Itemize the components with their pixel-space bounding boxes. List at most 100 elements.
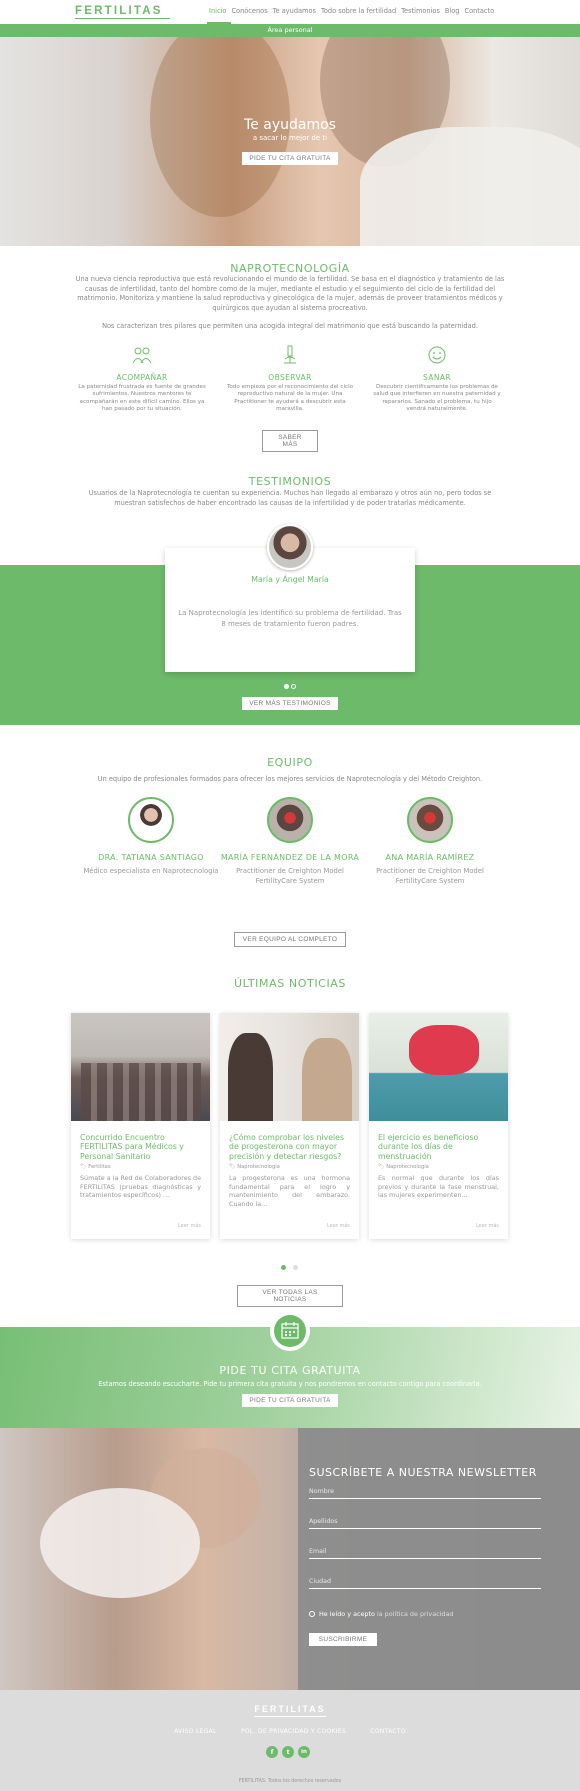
privacy-radio[interactable] bbox=[309, 1611, 315, 1617]
member-role: Practitioner de Creighton Model Fertilit… bbox=[376, 867, 484, 885]
news-read-more[interactable]: Leer más bbox=[327, 1223, 350, 1229]
email-field[interactable]: Email bbox=[309, 1548, 541, 1559]
area-personal-bar[interactable]: Área personal bbox=[0, 24, 580, 37]
news-card[interactable]: El ejercicio es beneficioso durante los … bbox=[369, 1013, 508, 1239]
contacto-link[interactable]: CONTACTO bbox=[370, 1728, 406, 1735]
site-header: FERTILITAS Inicio Conócenos Te ayudamos … bbox=[0, 0, 580, 24]
saber-mas-button[interactable]: SABER MÁS bbox=[262, 430, 318, 452]
news-image-person2 bbox=[302, 1038, 352, 1121]
area-personal-link[interactable]: Área personal bbox=[0, 26, 580, 34]
cita-text: Estamos deseando escucharte. Pide tu pri… bbox=[98, 1380, 482, 1388]
nav-todo-fertilidad[interactable]: Todo sobre la fertilidad bbox=[321, 7, 396, 15]
member-photo bbox=[267, 797, 313, 843]
team-member[interactable]: MARÍA FERNÁNDEZ DE LA MORA Practitioner … bbox=[220, 797, 360, 886]
calendar-icon bbox=[274, 1315, 306, 1347]
main-nav: Inicio Conócenos Te ayudamos Todo sobre … bbox=[209, 7, 494, 15]
hero-photo-shirt bbox=[360, 127, 580, 246]
privacidad-link[interactable]: POL. DE PRIVACIDAD Y COOKIES bbox=[241, 1728, 346, 1735]
pillar-observar: OBSERVAR Todo empieza por el reconocimie… bbox=[225, 345, 355, 414]
member-name: MARÍA FERNÁNDEZ DE LA MORA bbox=[220, 853, 360, 862]
subscribe-button[interactable]: SUSCRIBIRME bbox=[309, 1633, 377, 1646]
nav-blog[interactable]: Blog bbox=[445, 7, 460, 15]
cita-button[interactable]: PIDE TU CITA GRATUITA bbox=[242, 1394, 338, 1407]
news-image-person bbox=[409, 1025, 479, 1075]
news-card-title[interactable]: El ejercicio es beneficioso durante los … bbox=[378, 1133, 499, 1161]
facebook-icon[interactable]: f bbox=[266, 1746, 278, 1758]
news-card[interactable]: Concurrido Encuentro FERTILITAS para Méd… bbox=[71, 1013, 210, 1239]
photo-baby bbox=[40, 1488, 200, 1598]
nav-inicio[interactable]: Inicio bbox=[209, 7, 226, 15]
logo-underline bbox=[75, 18, 170, 19]
team-intro: Un equipo de profesionales formados para… bbox=[97, 775, 483, 783]
news-title: ÚLTIMAS NOTICIAS bbox=[233, 977, 346, 990]
news-image[interactable] bbox=[220, 1013, 359, 1121]
ciudad-field[interactable]: Ciudad bbox=[309, 1578, 541, 1589]
news-image-person1 bbox=[228, 1033, 273, 1121]
footer-logo[interactable]: FERTILITAS bbox=[0, 1704, 580, 1714]
ver-equipo-button[interactable]: VER EQUIPO AL COMPLETO bbox=[234, 932, 346, 947]
team-member[interactable]: DRA. TATIANA SANTIAGO Médico especialist… bbox=[81, 797, 221, 876]
news-tag-label[interactable]: Naprotecnología bbox=[237, 1164, 280, 1170]
member-name: DRA. TATIANA SANTIAGO bbox=[98, 853, 204, 862]
hero-title: Te ayudamos bbox=[244, 117, 336, 133]
news-carousel-dot[interactable] bbox=[293, 1265, 298, 1270]
news-tag-label[interactable]: Fertilitas bbox=[88, 1164, 110, 1170]
news-carousel-dot-active[interactable] bbox=[281, 1265, 286, 1270]
pillar-text: Descubrir científicamente los problemas … bbox=[373, 384, 501, 413]
ver-mas-testimonios-button[interactable]: VER MÁS TESTIMONIOS bbox=[242, 697, 338, 710]
napro-intro: Una nueva ciencia reproductiva que está … bbox=[75, 275, 505, 312]
news-image[interactable] bbox=[369, 1013, 508, 1121]
cita-title: PIDE TU CITA GRATUITA bbox=[219, 1364, 361, 1377]
news-card-title[interactable]: Concurrido Encuentro FERTILITAS para Méd… bbox=[80, 1133, 201, 1161]
newsletter-section: SUSCRÍBETE A NUESTRA NEWSLETTER Nombre A… bbox=[0, 1428, 580, 1690]
news-card-tag: 🏷 Naprotecnología bbox=[229, 1164, 280, 1171]
napro-title: NAPROTECNOLOGÍA bbox=[230, 262, 350, 275]
napro-pillars-intro: Nos caracterizan tres pilares que permit… bbox=[102, 322, 478, 330]
hero-cta-button[interactable]: PIDE TU CITA GRATUITA bbox=[242, 152, 338, 165]
linkedin-icon[interactable]: in bbox=[298, 1746, 310, 1758]
team-member[interactable]: ANA MARÍA RAMÍREZ Practitioner de Creigh… bbox=[360, 797, 500, 886]
newsletter-title: SUSCRÍBETE A NUESTRA NEWSLETTER bbox=[309, 1466, 537, 1479]
couple-icon bbox=[131, 345, 153, 365]
site-logo[interactable]: FERTILITAS bbox=[75, 5, 163, 17]
pillar-sanar: SANAR Descubrir científicamente los prob… bbox=[372, 345, 502, 414]
news-card-title[interactable]: ¿Cómo comprobar los niveles de progester… bbox=[229, 1133, 350, 1161]
member-role: Médico especialista en Naprotecnología bbox=[83, 867, 219, 875]
ver-noticias-button[interactable]: VER TODAS LAS NOTICIAS bbox=[237, 1285, 343, 1307]
privacy-consent: He leído y acepto la política de privaci… bbox=[319, 1610, 453, 1618]
news-read-more[interactable]: Leer más bbox=[476, 1223, 499, 1229]
news-read-more[interactable]: Leer más bbox=[178, 1223, 201, 1229]
footer-links: AVISO LEGAL POL. DE PRIVACIDAD Y COOKIES… bbox=[0, 1728, 580, 1735]
apellidos-field[interactable]: Apellidos bbox=[309, 1518, 541, 1529]
carousel-dot-active[interactable] bbox=[284, 684, 289, 689]
member-role: Practitioner de Creighton Model Fertilit… bbox=[236, 867, 344, 885]
nombre-field[interactable]: Nombre bbox=[309, 1488, 541, 1499]
news-card[interactable]: ¿Cómo comprobar los niveles de progester… bbox=[220, 1013, 359, 1239]
news-card-excerpt: La progesterona es una hormona fundament… bbox=[229, 1174, 350, 1208]
privacy-policy-link[interactable]: la política de privacidad bbox=[377, 1610, 453, 1618]
nav-conocenos[interactable]: Conócenos bbox=[231, 7, 267, 15]
news-card-excerpt: Súmate a la Red de Colaboradores de FERT… bbox=[80, 1174, 201, 1200]
testimonials-intro: Usuarios de la Naprotecnología te cuenta… bbox=[88, 489, 492, 507]
carousel-dot[interactable] bbox=[291, 684, 296, 689]
testimonial-avatar bbox=[267, 524, 313, 570]
site-footer: FERTILITAS AVISO LEGAL POL. DE PRIVACIDA… bbox=[0, 1690, 580, 1791]
hero-subtitle: a sacar lo mejor de ti bbox=[252, 134, 328, 142]
news-tag-label[interactable]: Naprotecnología bbox=[386, 1164, 429, 1170]
news-card-excerpt: Es normal que durante los días previos y… bbox=[378, 1174, 499, 1200]
twitter-icon[interactable]: t bbox=[282, 1746, 294, 1758]
news-card-tag: 🏷 Naprotecnología bbox=[378, 1164, 429, 1171]
pillar-title: SANAR bbox=[423, 373, 451, 382]
nav-contacto[interactable]: Contacto bbox=[464, 7, 494, 15]
member-photo bbox=[407, 797, 453, 843]
nav-testimonios[interactable]: Testimonios bbox=[401, 7, 440, 15]
footer-logo-underline bbox=[254, 1716, 326, 1717]
news-image-audience bbox=[81, 1063, 201, 1121]
pillar-title: OBSERVAR bbox=[268, 373, 312, 382]
nav-te-ayudamos[interactable]: Te ayudamos bbox=[273, 7, 316, 15]
member-photo bbox=[128, 797, 174, 843]
team-title: EQUIPO bbox=[267, 756, 313, 769]
news-image[interactable] bbox=[71, 1013, 210, 1121]
aviso-legal-link[interactable]: AVISO LEGAL bbox=[174, 1728, 217, 1735]
copyright: FERTILITAS. Todos los derechos reservado… bbox=[238, 1779, 342, 1784]
